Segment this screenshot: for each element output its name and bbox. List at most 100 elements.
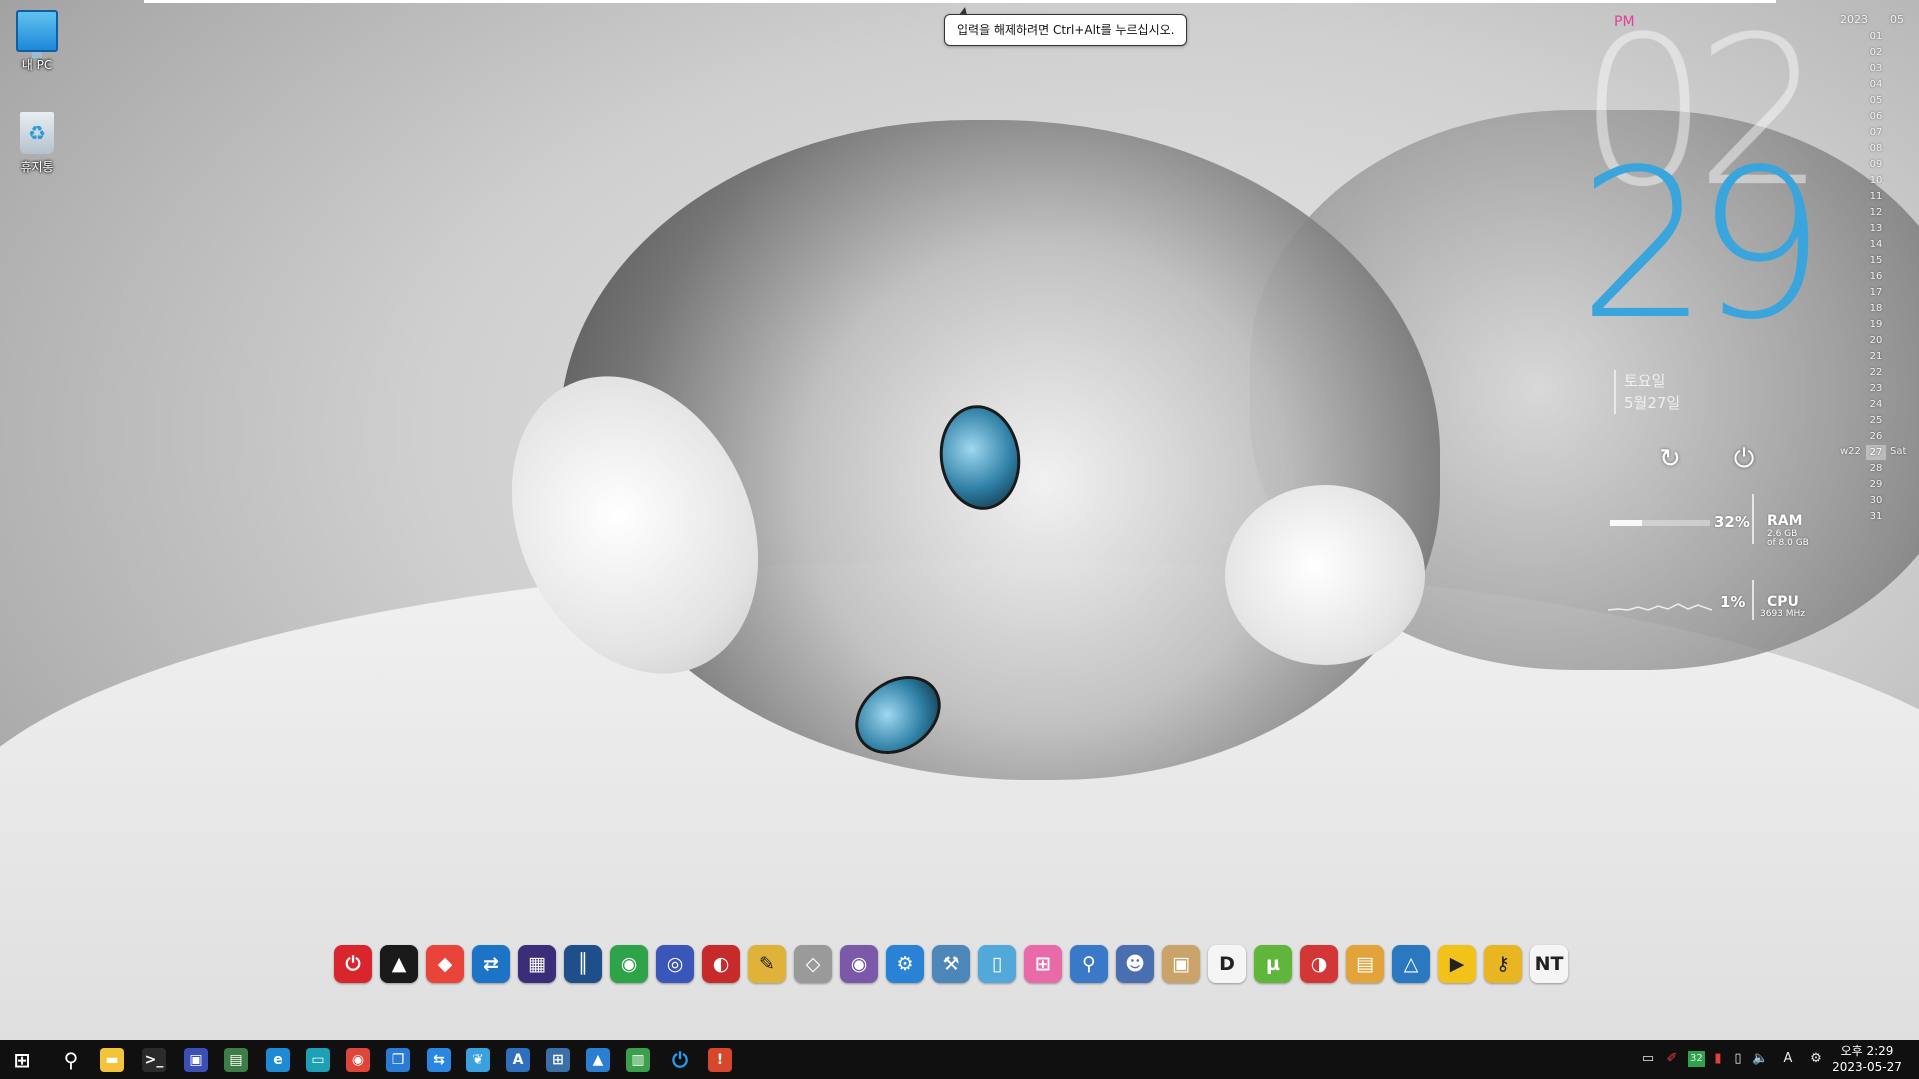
- bird-icon[interactable]: ❦: [462, 1044, 494, 1076]
- power-icon: ⏻: [1733, 444, 1755, 474]
- teamviewer-icon[interactable]: ⇄: [472, 945, 510, 983]
- disc-icon[interactable]: ◉: [840, 945, 878, 983]
- calendar-day: 12: [1869, 207, 1883, 218]
- calendar-day: 01: [1869, 31, 1883, 42]
- text-a-icon[interactable]: A: [502, 1044, 534, 1076]
- search-icon-glyph: ⚲: [63, 1048, 79, 1072]
- chrome-icon[interactable]: ◉: [342, 1044, 374, 1076]
- alert-red-icon[interactable]: !: [704, 1044, 736, 1076]
- photo-icon[interactable]: ▲: [582, 1044, 614, 1076]
- calendar-day: 29: [1869, 479, 1883, 490]
- power-blue-icon-glyph: ⏻: [672, 1048, 688, 1072]
- ram-bar-fill: [1610, 520, 1642, 526]
- settings-gear-icon[interactable]: ⚙: [1808, 1049, 1824, 1069]
- cpu-label: CPU: [1767, 594, 1799, 610]
- calendar-day: 06: [1869, 111, 1883, 122]
- ime-a-icon[interactable]: A: [1780, 1049, 1796, 1069]
- vm-input-bar: [144, 0, 1776, 3]
- file-explorer-icon[interactable]: ▬: [96, 1044, 128, 1076]
- recycle-bin-icon: ♻: [20, 112, 54, 154]
- calendar-year: 2023: [1840, 13, 1868, 26]
- calendar-day: 10: [1869, 175, 1883, 186]
- windows-apps-icon[interactable]: ⊞: [542, 1044, 574, 1076]
- ram-divider: [1752, 494, 1754, 544]
- package-box-icon[interactable]: ▣: [1162, 945, 1200, 983]
- calendar-day: 27: [1866, 445, 1886, 460]
- alert-triangle-icon[interactable]: ▲: [380, 945, 418, 983]
- edge-browser-icon[interactable]: e: [262, 1044, 294, 1076]
- monitor-teal-icon[interactable]: ▭: [302, 1044, 334, 1076]
- windows-pink-icon[interactable]: ⊞: [1024, 945, 1062, 983]
- search-icon[interactable]: ⚲: [55, 1044, 87, 1076]
- arrow-swap-icon[interactable]: ⇆: [423, 1044, 455, 1076]
- text-a-icon-glyph: A: [506, 1048, 530, 1072]
- disk-green-icon[interactable]: ◉: [610, 945, 648, 983]
- terminal-icon[interactable]: >_: [138, 1044, 170, 1076]
- user-gear-icon[interactable]: ☻: [1116, 945, 1154, 983]
- magnifier-key-icon[interactable]: ⚲: [1070, 945, 1108, 983]
- clock-minute: 29: [1578, 125, 1826, 365]
- gears-icon[interactable]: ⚙: [886, 945, 924, 983]
- photo-icon-glyph: ▲: [586, 1048, 610, 1072]
- calendar-week-label: w22: [1840, 446, 1861, 457]
- pencil-tool-icon[interactable]: ✎: [748, 945, 786, 983]
- prism-triangle-icon[interactable]: △: [1392, 945, 1430, 983]
- dashboard-icon[interactable]: ▥: [622, 1044, 654, 1076]
- calendar-day: 07: [1869, 127, 1883, 138]
- calendar-day: 02: [1869, 47, 1883, 58]
- power-off-icon[interactable]: ⏻: [334, 945, 372, 983]
- monitor-tray-icon[interactable]: ▭: [1640, 1049, 1656, 1069]
- anydesk-icon[interactable]: ◆: [426, 945, 464, 983]
- calendar-day: 05: [1869, 95, 1883, 106]
- key-icon[interactable]: ⚷: [1484, 945, 1522, 983]
- calendar-day: 15: [1869, 255, 1883, 266]
- power-blue-icon[interactable]: ⏻: [664, 1044, 696, 1076]
- calendar-today-weekday: Sat: [1890, 446, 1907, 457]
- nt-crack-icon[interactable]: NT: [1530, 945, 1568, 983]
- partition-icon[interactable]: ◐: [702, 945, 740, 983]
- volume-icon[interactable]: 🔈: [1752, 1049, 1768, 1069]
- calendar-month: 05: [1890, 13, 1904, 26]
- network-card-icon-glyph: ▤: [224, 1048, 248, 1072]
- windows-start-icon[interactable]: ⊞: [6, 1044, 38, 1076]
- ccleaner-icon[interactable]: ◑: [1300, 945, 1338, 983]
- floppy-save-icon[interactable]: ▣: [180, 1044, 212, 1076]
- file-blue-icon[interactable]: ▯: [978, 945, 1016, 983]
- equalizer-icon[interactable]: ║: [564, 945, 602, 983]
- pen-red-icon[interactable]: ✐: [1664, 1049, 1680, 1069]
- wrench-blue-icon[interactable]: ⚒: [932, 945, 970, 983]
- window-switch-icon[interactable]: ❐: [382, 1044, 414, 1076]
- ram-percent: 32%: [1714, 513, 1750, 531]
- desktop-icon-recycle-bin[interactable]: ♻ 휴지통: [2, 112, 72, 175]
- gift-box-icon[interactable]: ▤: [1346, 945, 1384, 983]
- calendar-day: 08: [1869, 143, 1883, 154]
- restart-icon: ↻: [1659, 444, 1681, 474]
- play-yellow-icon[interactable]: ▶: [1438, 945, 1476, 983]
- ram-bar: [1610, 520, 1710, 526]
- temperature-badge-icon[interactable]: 32: [1688, 1051, 1705, 1067]
- cpu-chip-icon[interactable]: ▦: [518, 945, 556, 983]
- date-label: 5월27일: [1624, 394, 1681, 412]
- chrome-icon-glyph: ◉: [346, 1048, 370, 1072]
- calendar-day: 19: [1869, 319, 1883, 330]
- taskbar-time: 오후 2:29: [1840, 1044, 1894, 1058]
- calendar-day: 31: [1869, 511, 1883, 522]
- weekday-label: 토요일: [1624, 372, 1666, 390]
- calendar-day: 28: [1869, 463, 1883, 474]
- utorrent-icon[interactable]: µ: [1254, 945, 1292, 983]
- d-letter-icon[interactable]: D: [1208, 945, 1246, 983]
- app-dock: ⏻ ▲ ◆ ⇄ ▦ ║ ◉ ◎ ◐ ✎ ◇ ◉ ⚙ ⚒ ▯ ⊞ ⚲ ☻ ▣ Dµ ◑ ▤ △ ▶ ⚷ NT: [334, 945, 1568, 993]
- eraser-icon[interactable]: ◇: [794, 945, 832, 983]
- battery-red-icon[interactable]: ▮: [1710, 1049, 1726, 1069]
- restart-button[interactable]: ↻: [1654, 443, 1686, 475]
- shutdown-button[interactable]: ⏻: [1728, 443, 1760, 475]
- battery-icon[interactable]: ▯: [1730, 1049, 1746, 1069]
- cpu-usage-graph: [1608, 603, 1712, 611]
- calendar-day: 22: [1869, 367, 1883, 378]
- taskbar-clock[interactable]: 오후 2:29 2023-05-27: [1822, 1043, 1912, 1075]
- network-card-icon[interactable]: ▤: [220, 1044, 252, 1076]
- calendar-day: 17: [1869, 287, 1883, 298]
- alert-red-icon-glyph: !: [708, 1048, 732, 1072]
- disk-scan-icon[interactable]: ◎: [656, 945, 694, 983]
- desktop-icon-my-pc[interactable]: 내 PC: [2, 10, 72, 73]
